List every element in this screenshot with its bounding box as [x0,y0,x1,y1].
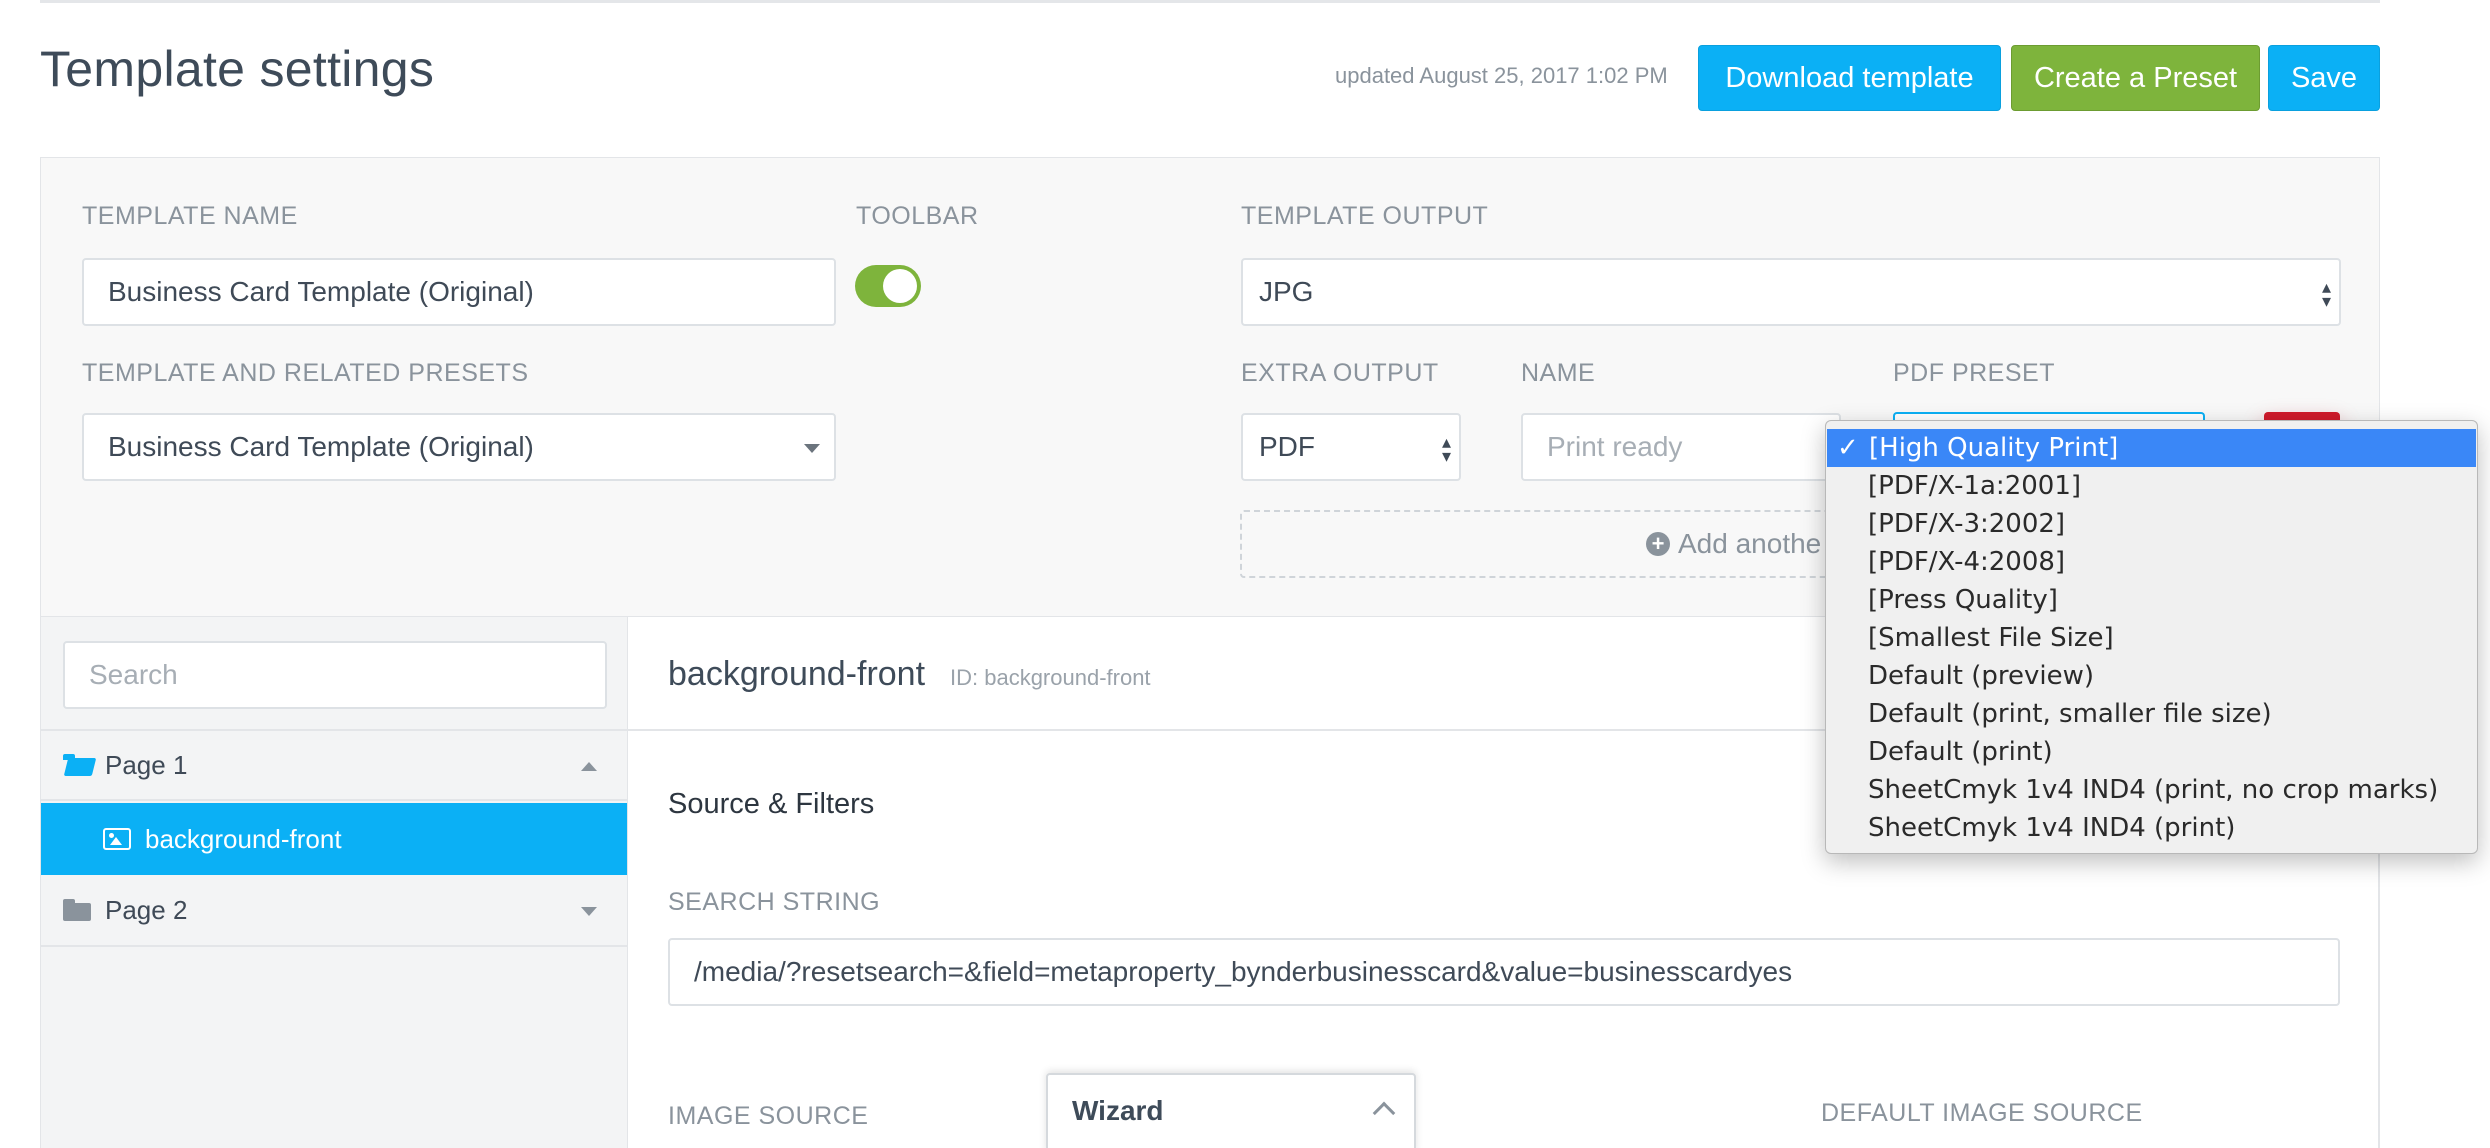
extra-output-value: PDF [1259,431,1315,462]
extra-output-label: EXTRA OUTPUT [1241,359,1439,387]
image-source-label: IMAGE SOURCE [668,1102,869,1130]
image-icon [103,828,131,850]
page-title: Template settings [40,41,435,97]
plus-circle-icon: + [1646,532,1670,556]
name-input[interactable]: Print ready [1521,413,1841,481]
expand-arrow-icon[interactable] [581,907,597,916]
related-presets-select[interactable]: Business Card Template (Original) [82,413,836,481]
template-output-value: JPG [1259,276,1314,307]
wizard-title: Wizard [1072,1095,1164,1126]
element-title: background-front [668,655,926,693]
extra-output-select[interactable]: PDF ▴ ▾ [1241,413,1461,481]
last-updated-text: updated August 25, 2017 1:02 PM [1335,63,1668,88]
toolbar-label: TOOLBAR [856,202,979,230]
folder-icon [63,899,91,921]
toolbar-toggle[interactable] [855,265,921,307]
search-string-input[interactable]: /media/?resetsearch=&field=metaproperty_… [668,938,2340,1006]
default-image-source-label: DEFAULT IMAGE SOURCE [1821,1099,2143,1127]
name-placeholder: Print ready [1547,431,1683,462]
dropdown-option[interactable]: SheetCmyk 1v4 IND4 (print, no crop marks… [1826,771,2477,809]
wizard-panel[interactable]: Wizard [1046,1073,1416,1148]
dropdown-option[interactable]: ✓ [High Quality Print] [1827,429,2476,467]
tree-item-background-front[interactable]: background-front [41,803,627,875]
template-name-label: TEMPLATE NAME [82,202,298,230]
select-arrows-icon: ▴ ▾ [1441,432,1451,466]
pdf-preset-label: PDF PRESET [1893,359,2055,387]
related-presets-value: Business Card Template (Original) [108,431,534,462]
checkmark-icon: ✓ [1837,433,1859,463]
dropdown-option[interactable]: Default (print) [1826,733,2477,771]
top-divider [40,0,2380,3]
create-preset-button[interactable]: Create a Preset [2011,45,2260,111]
sidebar-search-input[interactable]: Search [63,641,607,709]
layers-sidebar: Search Page 1 background-front Page 2 [40,617,628,1148]
search-string-label: SEARCH STRING [668,888,881,916]
folder-open-icon [63,754,97,776]
tree-item-page-2[interactable]: Page 2 [41,875,627,947]
toggle-knob [883,269,917,303]
pdf-preset-dropdown-menu: ✓ [High Quality Print] [PDF/X-1a:2001] [… [1825,420,2478,854]
dropdown-option[interactable]: [Smallest File Size] [1826,619,2477,657]
template-name-input[interactable]: Business Card Template (Original) [82,258,836,326]
dropdown-option[interactable]: [PDF/X-4:2008] [1826,543,2477,581]
tree-item-page-1[interactable]: Page 1 [41,729,627,801]
tree-item-label: background-front [145,823,342,854]
download-template-button[interactable]: Download template [1698,45,2001,111]
add-another-label: Add anothe [1678,528,1822,559]
dropdown-option[interactable]: [PDF/X-3:2002] [1826,505,2477,543]
dropdown-option[interactable]: Default (print, smaller file size) [1826,695,2477,733]
tree-item-label: Page 2 [105,894,188,925]
element-id: ID: background-front [950,665,1151,690]
dropdown-option[interactable]: [Press Quality] [1826,581,2477,619]
tree-item-label: Page 1 [105,749,188,780]
save-button[interactable]: Save [2268,45,2380,111]
dropdown-option[interactable]: [PDF/X-1a:2001] [1826,467,2477,505]
dropdown-option[interactable]: SheetCmyk 1v4 IND4 (print) [1826,809,2477,847]
search-placeholder: Search [89,659,178,690]
name-label: NAME [1521,359,1596,387]
related-presets-label: TEMPLATE AND RELATED PRESETS [82,359,529,387]
chevron-down-icon [804,444,820,453]
template-output-label: TEMPLATE OUTPUT [1241,202,1489,230]
template-output-select[interactable]: JPG ▴ ▾ [1241,258,2341,326]
dropdown-option[interactable]: Default (preview) [1826,657,2477,695]
select-arrows-icon: ▴ ▾ [2321,277,2331,311]
source-filters-heading: Source & Filters [668,788,875,820]
chevron-up-icon[interactable] [1372,1101,1396,1125]
collapse-arrow-icon[interactable] [581,762,597,771]
